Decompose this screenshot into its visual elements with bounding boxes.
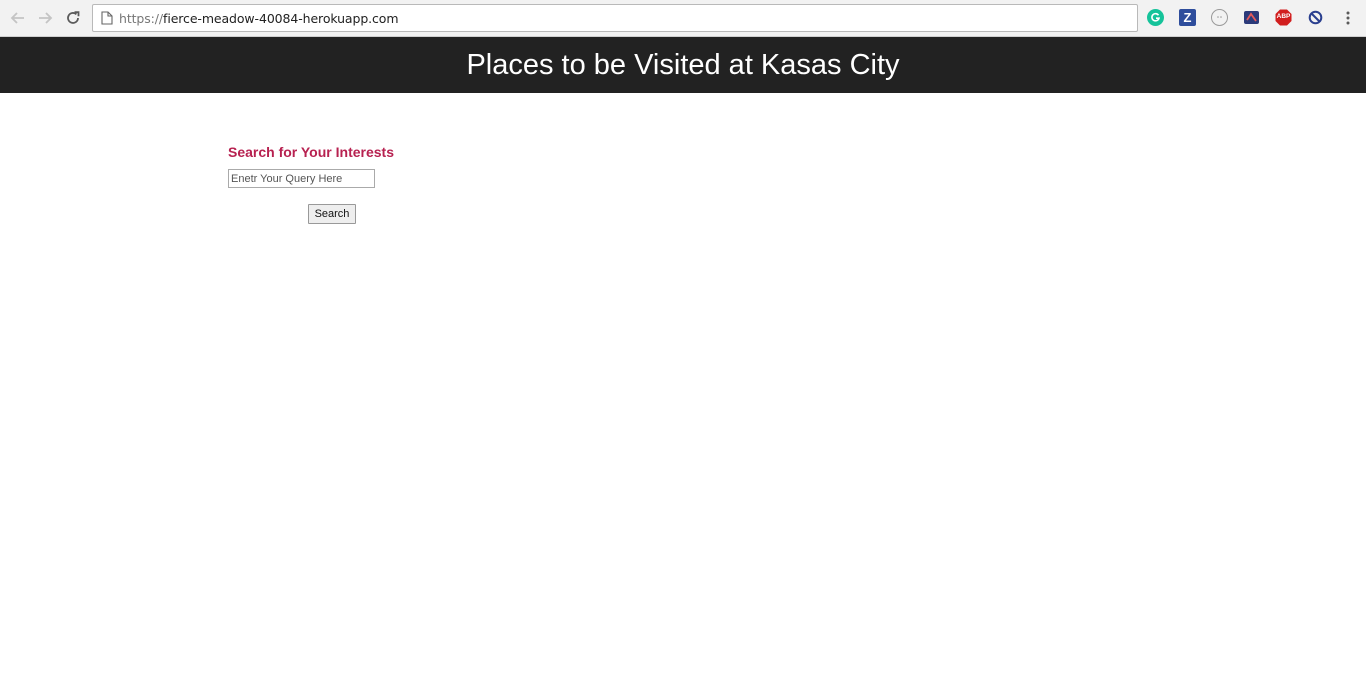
- reload-button[interactable]: [62, 7, 84, 29]
- back-button[interactable]: [7, 7, 29, 29]
- arrow-right-icon: [39, 12, 53, 24]
- pocket-icon[interactable]: [1243, 9, 1260, 26]
- abp-label: ABP: [1276, 13, 1291, 21]
- arrow-left-icon: [10, 12, 24, 24]
- zotero-label: Z: [1183, 10, 1192, 25]
- url-scheme: https://: [119, 11, 164, 26]
- block-icon[interactable]: [1307, 9, 1324, 26]
- zotero-icon[interactable]: Z: [1179, 9, 1196, 26]
- search-input[interactable]: [228, 169, 375, 188]
- forward-button[interactable]: [34, 7, 56, 29]
- grammarly-icon[interactable]: [1147, 9, 1164, 26]
- page-title: Places to be Visited at Kasas City: [466, 48, 900, 81]
- page-icon: [101, 11, 113, 25]
- url-text: https://fierce-meadow-40084-herokuapp.co…: [119, 11, 399, 26]
- address-bar[interactable]: https://fierce-meadow-40084-herokuapp.co…: [92, 4, 1138, 32]
- site-header: Places to be Visited at Kasas City: [0, 37, 1366, 93]
- browser-toolbar: https://fierce-meadow-40084-herokuapp.co…: [0, 0, 1366, 37]
- search-button[interactable]: Search: [308, 204, 356, 224]
- search-heading: Search for Your Interests: [228, 144, 394, 160]
- more-vertical-icon[interactable]: [1340, 9, 1356, 26]
- adblock-plus-icon[interactable]: ABP: [1275, 9, 1292, 26]
- url-host: fierce-meadow-40084-herokuapp.com: [163, 11, 399, 26]
- ghostery-icon[interactable]: [1211, 9, 1228, 26]
- reload-icon: [67, 11, 80, 24]
- search-section: Search for Your Interests Search: [228, 144, 394, 224]
